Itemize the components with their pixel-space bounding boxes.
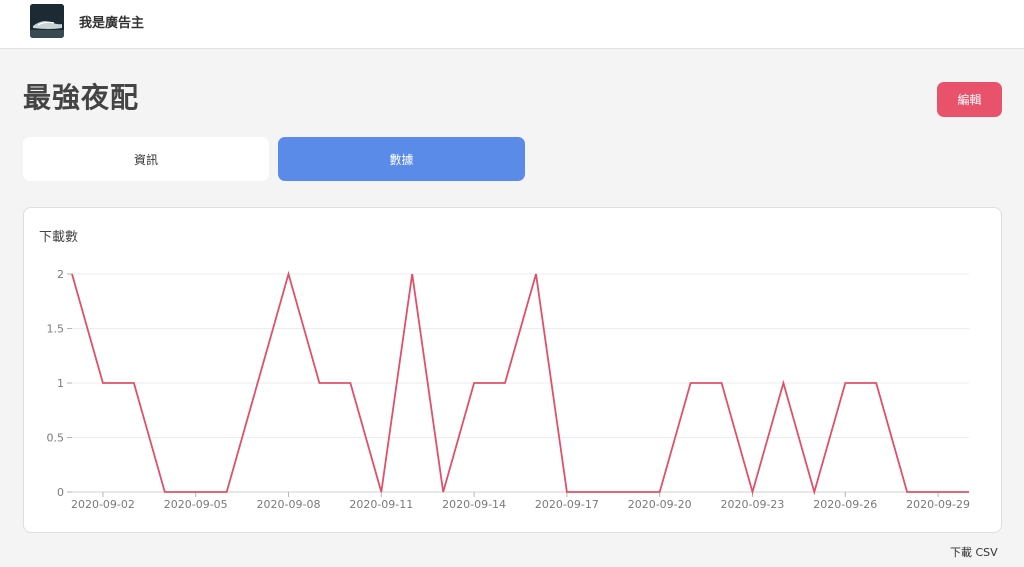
download-line-chart: 0 0.5 1 1.5 2 2020-09-02 2020-09-05 2020-09-08 2… [47,268,971,511]
avatar-image-icon [30,4,64,38]
edit-button[interactable]: 編輯 [937,82,1002,117]
x-tick-label: 2020-09-02 [71,498,135,511]
brand-name: 我是廣告主 [79,16,145,31]
tab-data[interactable]: 數據 [278,137,525,181]
y-tick-label: 1.5 [47,323,65,336]
x-tick-label: 2020-09-14 [442,498,506,511]
x-tick-label: 2020-09-29 [906,498,970,511]
x-tick-label: 2020-09-08 [257,498,321,511]
top-bar: 我是廣告主 [0,0,1024,49]
avatar[interactable] [30,4,64,38]
x-tick-label: 2020-09-17 [535,498,599,511]
y-tick-label: 0.5 [47,432,65,445]
x-tick-label: 2020-09-05 [164,498,228,511]
page-title: 最強夜配 [23,81,140,114]
download-csv-link[interactable]: 下載 CSV [950,544,998,560]
x-tick-label: 2020-09-26 [813,498,877,511]
y-tick-label: 2 [57,268,64,281]
y-tick-label: 0 [57,486,64,499]
y-tick-label: 1 [57,377,64,390]
tab-data-label: 數據 [389,152,414,167]
chart-card: 下載數 0 0.5 1 1.5 2 2020-09-02 2020-09-05 2020-09… [23,207,1002,533]
x-tick-label: 2020-09-20 [628,498,692,511]
x-tick-label: 2020-09-23 [721,498,785,511]
tab-info-label: 資訊 [133,152,158,167]
x-tick-label: 2020-09-11 [349,498,413,511]
tab-info[interactable]: 資訊 [23,137,269,181]
